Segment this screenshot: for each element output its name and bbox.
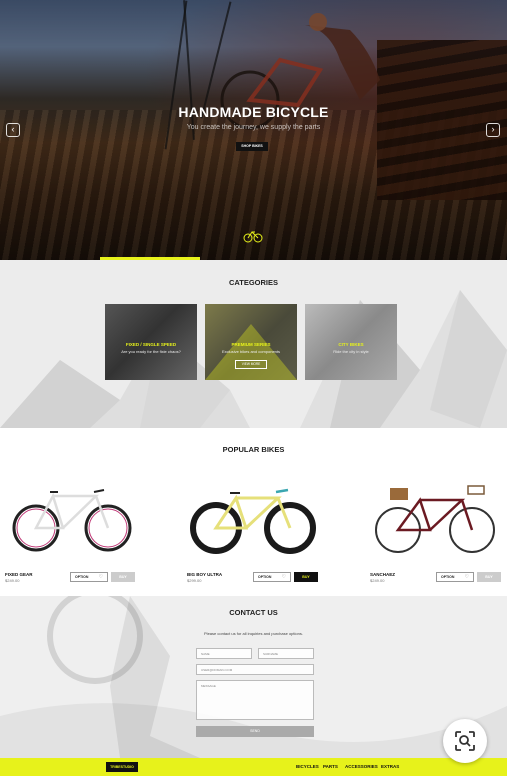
name-field[interactable]: NAME (196, 648, 252, 659)
heart-icon: ♡ (464, 574, 469, 580)
buy-button[interactable]: BUY (294, 572, 318, 582)
lens-search-icon (455, 731, 475, 751)
contact-description: Please contact us for all inquiries and … (204, 631, 303, 636)
option-button[interactable]: OPTION ♡ (436, 572, 474, 582)
bike-price: $299.00 (187, 578, 202, 583)
buy-button[interactable]: BUY (477, 572, 501, 582)
category-card-fixed[interactable]: FIXED / SINGLE SPEED Are you ready for t… (105, 304, 197, 380)
category-description: Exclusive bikes and components (221, 349, 281, 354)
category-label: CITY BIKES (338, 342, 364, 347)
bicycle-logo-icon (243, 231, 263, 243)
bike-image-sanchaez[interactable] (370, 478, 500, 558)
popular-bikes-section: POPULAR BIKES FIXED GEAR $249.00 OPTION … (0, 428, 507, 596)
heart-icon: ♡ (98, 574, 103, 580)
categories-section: CATEGORIES FIXED / SINGLE SPEED Are you … (0, 260, 507, 428)
email-field[interactable]: USER@DOMAIN.COM (196, 664, 314, 675)
shop-bikes-button[interactable]: SHOP BIKES (236, 142, 268, 151)
surname-field[interactable]: SURNAME (258, 648, 314, 659)
hero-banner: ‹ › HANDMADE BICYCLE You create the jour… (0, 0, 507, 260)
send-button[interactable]: SEND (196, 726, 314, 737)
category-label: FIXED / SINGLE SPEED (125, 342, 177, 347)
category-description: Ride the city in style (333, 349, 369, 354)
footer-nav-bicycles[interactable]: BICYCLES (296, 764, 319, 769)
contact-section: CONTACT US Please contact us for all inq… (0, 596, 507, 758)
category-description: Are you ready for the fixie chaos? (121, 349, 181, 354)
footer-nav-extras[interactable]: EXTRAS (381, 764, 399, 769)
bike-image-big-boy-ultra[interactable] (188, 478, 318, 558)
footer-nav-parts[interactable]: PARTS (323, 764, 338, 769)
bike-image-fixed-gear[interactable] (8, 478, 138, 558)
bike-name: SANCHAEZ (370, 572, 396, 577)
option-button[interactable]: OPTION ♡ (70, 572, 108, 582)
buy-button[interactable]: BUY (111, 572, 135, 582)
bike-name: BIG BOY ULTRA (187, 572, 223, 577)
option-button[interactable]: OPTION ♡ (253, 572, 291, 582)
category-card-city[interactable]: CITY BIKES Ride the city in style (305, 304, 397, 380)
bike-price: $249.00 (5, 578, 20, 583)
option-label: OPTION (75, 575, 89, 579)
contact-title: CONTACT US (229, 608, 278, 617)
footer-bar: TRIBESTUDIO BICYCLES PARTS ACCESSORIES E… (0, 758, 507, 776)
footer-nav-accessories[interactable]: ACCESSORIES (345, 764, 378, 769)
option-label: OPTION (258, 575, 272, 579)
popular-bikes-title: POPULAR BIKES (222, 445, 285, 454)
category-card-premium[interactable]: PREMIUM SERIES Exclusive bikes and compo… (205, 304, 297, 380)
categories-title: CATEGORIES (228, 278, 279, 287)
visual-search-button[interactable] (443, 719, 487, 763)
hero-subtitle: You create the journey, we supply the pa… (186, 124, 321, 131)
heart-icon: ♡ (281, 574, 286, 580)
message-field[interactable]: MESSAGE (196, 680, 314, 720)
category-label: PREMIUM SERIES (231, 342, 271, 347)
view-more-button[interactable]: VIEW MORE (235, 360, 267, 369)
hero-title: HANDMADE BICYCLE (178, 104, 329, 120)
option-label: OPTION (441, 575, 455, 579)
bike-name: FIXED GEAR (5, 572, 33, 577)
footer-logo[interactable]: TRIBESTUDIO (106, 762, 138, 772)
bike-price: $249.00 (370, 578, 385, 583)
